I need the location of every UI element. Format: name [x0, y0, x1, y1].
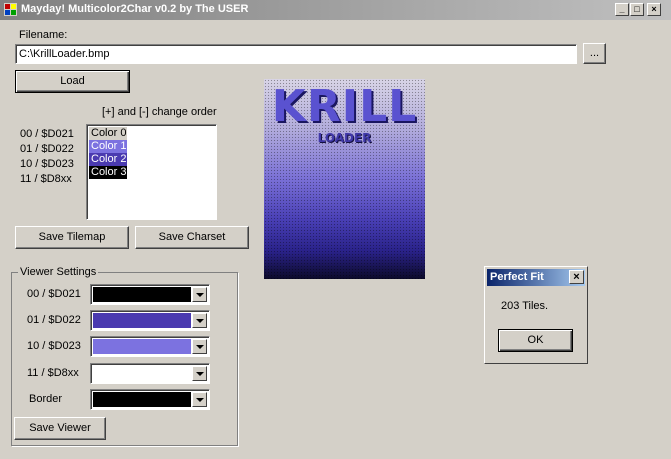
list-item-color-2[interactable]: Color 2 — [89, 153, 127, 166]
chevron-down-icon[interactable] — [192, 287, 207, 302]
preview-image: KRILL LOADER — [264, 79, 425, 279]
color-swatch — [93, 366, 191, 381]
viewer-color-select-10[interactable] — [90, 336, 210, 357]
viewer-color-select-border[interactable] — [90, 389, 210, 410]
chevron-down-icon[interactable] — [192, 339, 207, 354]
viewer-label-00: 00 / $D021 — [27, 288, 81, 300]
load-button[interactable]: Load — [15, 70, 130, 93]
color-swatch — [93, 287, 191, 302]
list-item-color-3[interactable]: Color 3 — [89, 166, 127, 179]
viewer-color-select-00[interactable] — [90, 284, 210, 305]
color-swatch — [93, 339, 191, 354]
register-label-00: 00 / $D021 — [20, 128, 74, 140]
register-label-10: 10 / $D023 — [20, 158, 74, 170]
viewer-color-select-11[interactable] — [90, 363, 210, 384]
filename-input[interactable] — [15, 44, 577, 64]
preview-sub-text: LOADER — [317, 131, 372, 145]
chevron-down-icon[interactable] — [192, 392, 207, 407]
app-icon — [4, 3, 17, 16]
dialog-title: Perfect Fit — [490, 271, 544, 283]
order-hint: [+] and [-] change order — [102, 106, 217, 118]
save-viewer-button[interactable]: Save Viewer — [14, 417, 106, 440]
list-item-color-0[interactable]: Color 0 — [89, 127, 127, 140]
maximize-button[interactable]: □ — [630, 3, 644, 16]
dialog-close-button[interactable]: × — [569, 270, 584, 284]
save-charset-button[interactable]: Save Charset — [135, 226, 249, 249]
minimize-button[interactable]: _ — [615, 3, 629, 16]
chevron-down-icon[interactable] — [192, 366, 207, 381]
viewer-label-01: 01 / $D022 — [27, 314, 81, 326]
color-swatch — [93, 313, 191, 328]
perfect-fit-dialog: Perfect Fit × 203 Tiles. OK — [484, 266, 588, 364]
color-swatch — [93, 392, 191, 407]
register-label-11: 11 / $D8xx — [20, 173, 72, 185]
preview-logo-text: KRILL — [271, 81, 418, 132]
close-button[interactable]: × — [647, 3, 661, 16]
save-tilemap-button[interactable]: Save Tilemap — [15, 226, 129, 249]
dialog-ok-button[interactable]: OK — [498, 329, 573, 352]
viewer-label-border: Border — [29, 393, 63, 405]
viewer-settings-title: Viewer Settings — [18, 266, 99, 278]
chevron-down-icon[interactable] — [192, 313, 207, 328]
register-label-01: 01 / $D022 — [20, 143, 74, 155]
color-order-list[interactable]: Color 0 Color 1 Color 2 Color 3 — [86, 124, 217, 220]
list-item-color-1[interactable]: Color 1 — [89, 140, 127, 153]
title-bar[interactable]: Mayday! Multicolor2Char v0.2 by The USER… — [0, 0, 671, 20]
filename-label: Filename: — [19, 29, 68, 41]
dialog-title-bar[interactable]: Perfect Fit × — [487, 269, 585, 286]
viewer-label-11: 11 / $D8xx — [27, 367, 79, 379]
browse-button[interactable]: ... — [583, 43, 606, 64]
dialog-message: 203 Tiles. — [501, 300, 549, 312]
viewer-color-select-01[interactable] — [90, 310, 210, 331]
window-title: Mayday! Multicolor2Char v0.2 by The USER — [21, 3, 249, 15]
viewer-label-10: 10 / $D023 — [27, 340, 81, 352]
